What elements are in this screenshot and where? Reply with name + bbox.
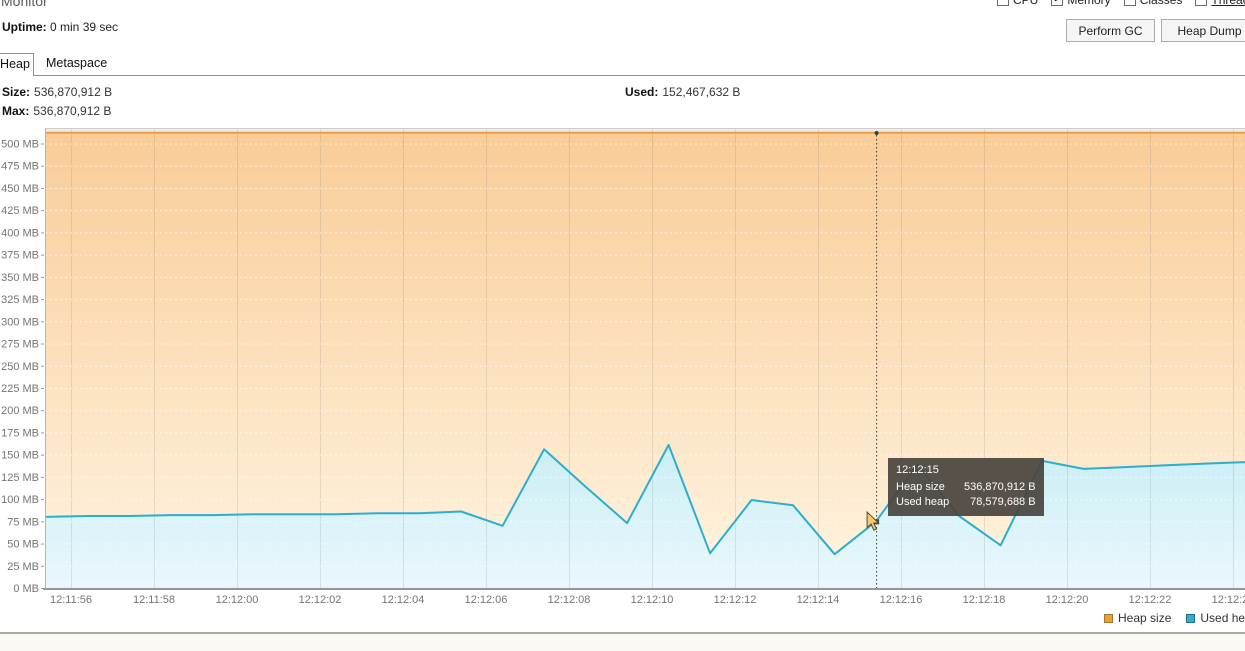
svg-text:500 MB: 500 MB <box>1 139 39 151</box>
tab-heap[interactable]: Heap <box>0 53 34 76</box>
svg-text:350 MB: 350 MB <box>1 272 39 284</box>
monitor-checkbox-row: CPU ✔ Memory Classes Threads <box>997 0 1245 7</box>
heap-max-stat: Max: 536,870,912 B <box>2 104 111 118</box>
svg-text:12:12:16: 12:12:16 <box>880 594 923 606</box>
svg-text:12:12:04: 12:12:04 <box>382 594 425 606</box>
chart-tooltip: 12:12:15 Heap size 536,870,912 B Used he… <box>888 458 1044 516</box>
tooltip-heap-size-value: 536,870,912 B <box>964 480 1036 495</box>
svg-text:12:12:14: 12:12:14 <box>797 594 840 606</box>
checkbox-memory[interactable]: ✔ Memory <box>1051 0 1110 7</box>
page-title: Monitor <box>1 0 48 9</box>
svg-text:450 MB: 450 MB <box>1 183 39 195</box>
heap-used-stat-value: 152,467,632 B <box>662 85 740 99</box>
legend-swatch-icon <box>1186 614 1195 623</box>
uptime-label: Uptime: <box>2 20 47 34</box>
checkbox-label: Classes <box>1140 0 1183 7</box>
legend-label: Heap size <box>1118 611 1171 625</box>
y-axis-labels: 0 MB 25 MB 50 MB 75 MB 100 MB 125 MB 150 MB 175… <box>1 139 44 596</box>
svg-text:12:12:18: 12:12:18 <box>963 594 1006 606</box>
heap-size-stat-value: 536,870,912 B <box>34 85 112 99</box>
checkbox-label: Threads <box>1211 0 1245 7</box>
svg-text:12:11:58: 12:11:58 <box>133 594 175 606</box>
chart-legend: Heap size Used heap <box>1104 611 1245 625</box>
tab-strip: Heap Metaspace <box>0 53 1245 76</box>
svg-text:12:12:12: 12:12:12 <box>714 594 757 606</box>
svg-text:375 MB: 375 MB <box>1 250 39 262</box>
legend-swatch-icon <box>1104 614 1113 623</box>
svg-text:12:12:24: 12:12:24 <box>1212 594 1245 606</box>
svg-text:12:12:10: 12:12:10 <box>631 594 674 606</box>
hover-top-dot <box>875 131 879 135</box>
svg-text:250 MB: 250 MB <box>1 361 39 373</box>
svg-text:12:12:08: 12:12:08 <box>548 594 591 606</box>
svg-text:12:11:56: 12:11:56 <box>50 594 92 606</box>
checkbox-cpu[interactable]: CPU <box>997 0 1038 7</box>
svg-text:100 MB: 100 MB <box>1 494 39 506</box>
tooltip-time: 12:12:15 <box>896 463 1036 478</box>
uptime-value: 0 min 39 sec <box>50 20 118 34</box>
checkbox-icon[interactable] <box>997 0 1009 6</box>
checkbox-icon[interactable] <box>1124 0 1136 6</box>
svg-text:475 MB: 475 MB <box>1 161 39 173</box>
heap-max-stat-label: Max: <box>2 104 29 118</box>
perform-gc-button[interactable]: Perform GC <box>1066 19 1155 42</box>
svg-text:75 MB: 75 MB <box>7 516 39 528</box>
svg-text:175 MB: 175 MB <box>1 427 39 439</box>
x-axis-labels: 12:11:56 12:11:58 12:12:00 12:12:02 12:12:04… <box>50 594 1245 606</box>
svg-text:12:12:00: 12:12:00 <box>216 594 259 606</box>
uptime: Uptime: 0 min 39 sec <box>2 20 118 34</box>
svg-text:400 MB: 400 MB <box>1 227 39 239</box>
svg-text:12:12:20: 12:12:20 <box>1046 594 1089 606</box>
checkbox-threads[interactable]: Threads <box>1195 0 1245 7</box>
svg-text:150 MB: 150 MB <box>1 450 39 462</box>
svg-text:12:12:06: 12:12:06 <box>465 594 508 606</box>
checkbox-label: Memory <box>1067 0 1110 7</box>
svg-text:200 MB: 200 MB <box>1 405 39 417</box>
svg-text:225 MB: 225 MB <box>1 383 39 395</box>
checkbox-icon[interactable] <box>1195 0 1207 6</box>
tooltip-used-heap-value: 78,579,688 B <box>964 495 1036 510</box>
checkbox-label: CPU <box>1013 0 1038 7</box>
tooltip-used-heap-label: Used heap <box>896 495 954 510</box>
svg-text:0 MB: 0 MB <box>13 583 39 595</box>
chart-canvas[interactable]: 0 MB 25 MB 50 MB 75 MB 100 MB 125 MB 150 MB 175… <box>0 125 1245 612</box>
heap-chart[interactable]: 12:12:15 Heap size 536,870,912 B Used he… <box>0 125 1245 612</box>
svg-text:425 MB: 425 MB <box>1 205 39 217</box>
tab-metaspace[interactable]: Metaspace <box>36 53 117 75</box>
heap-used-stat: Used: 152,467,632 B <box>625 85 740 99</box>
svg-text:300 MB: 300 MB <box>1 316 39 328</box>
heap-used-stat-label: Used: <box>625 85 658 99</box>
heap-size-stat: Size: 536,870,912 B <box>2 85 112 99</box>
svg-text:275 MB: 275 MB <box>1 339 39 351</box>
checkbox-icon[interactable]: ✔ <box>1051 0 1063 6</box>
legend-label: Used heap <box>1200 611 1245 625</box>
heap-dump-button[interactable]: Heap Dump <box>1161 19 1245 42</box>
svg-text:50 MB: 50 MB <box>7 539 39 551</box>
svg-text:12:12:22: 12:12:22 <box>1129 594 1172 606</box>
heap-size-stat-label: Size: <box>2 85 30 99</box>
legend-item-heap-size: Heap size <box>1104 611 1171 625</box>
legend-item-used-heap: Used heap <box>1186 611 1245 625</box>
svg-text:12:12:02: 12:12:02 <box>299 594 342 606</box>
svg-text:325 MB: 325 MB <box>1 294 39 306</box>
tooltip-heap-size-label: Heap size <box>896 480 954 495</box>
svg-text:125 MB: 125 MB <box>1 472 39 484</box>
bottom-panel <box>0 632 1245 651</box>
checkbox-classes[interactable]: Classes <box>1124 0 1183 7</box>
svg-text:25 MB: 25 MB <box>7 561 39 573</box>
heap-max-stat-value: 536,870,912 B <box>33 104 111 118</box>
